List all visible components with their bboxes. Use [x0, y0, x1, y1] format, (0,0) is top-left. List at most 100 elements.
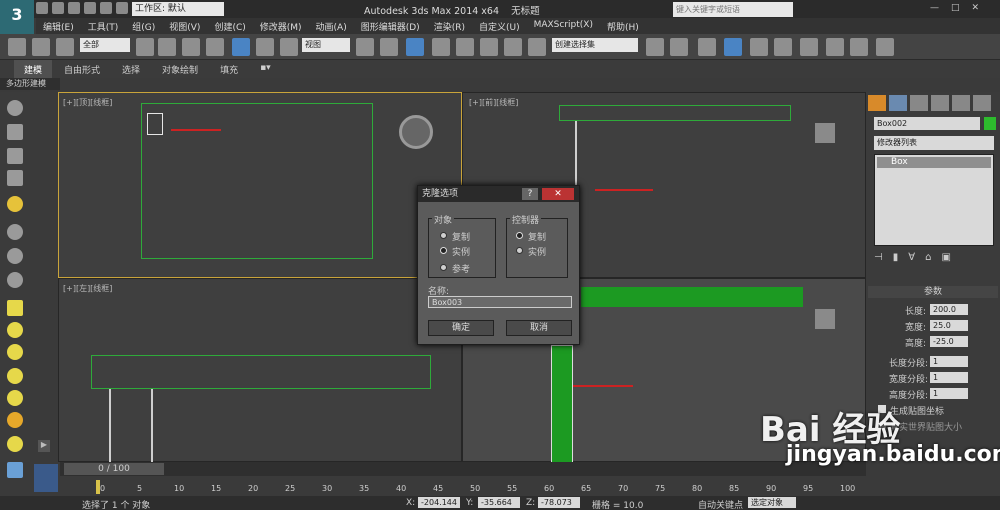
menu-help[interactable]: 帮助(H)	[600, 18, 646, 34]
expand-arrow-icon[interactable]: ▶	[38, 440, 50, 452]
camera-icon[interactable]	[7, 248, 23, 264]
box-shaded-leg[interactable]	[551, 345, 573, 463]
viewport-layout-icon[interactable]	[34, 464, 58, 492]
bind-space-warp-icon[interactable]	[56, 38, 74, 56]
length-segs-input[interactable]: 1	[930, 356, 968, 367]
help-button[interactable]: ?	[522, 188, 538, 200]
rotate-icon[interactable]	[256, 38, 274, 56]
width-input[interactable]: 25.0	[930, 320, 968, 331]
tab-selection[interactable]: 选择	[112, 60, 150, 78]
new-file-icon[interactable]	[36, 2, 48, 14]
object-copy-radio[interactable]	[440, 232, 447, 239]
tab-populate[interactable]: 填充	[210, 60, 248, 78]
box-primitive-icon[interactable]	[7, 300, 23, 316]
open-file-icon[interactable]	[52, 2, 64, 14]
modifier-list-dropdown[interactable]: 修改器列表	[874, 136, 994, 150]
clone-name-input[interactable]: Box003	[428, 296, 572, 308]
time-slider[interactable]: 0 / 100	[60, 462, 866, 476]
time-slider-thumb[interactable]: 0 / 100	[64, 463, 164, 475]
z-coord-field[interactable]: -78.073	[538, 497, 580, 508]
cancel-button[interactable]: 取消	[506, 320, 572, 336]
box-wireframe-top[interactable]	[141, 103, 373, 259]
menu-graph-editors[interactable]: 图形编辑器(D)	[354, 18, 427, 34]
menu-rendering[interactable]: 渲染(R)	[427, 18, 472, 34]
motion-tab-icon[interactable]	[931, 95, 949, 111]
object-color-swatch[interactable]	[984, 117, 996, 130]
viewcube-top[interactable]	[399, 115, 433, 149]
menu-edit[interactable]: 编辑(E)	[36, 18, 81, 34]
remove-modifier-icon[interactable]: ⌂	[925, 252, 931, 263]
x-coord-field[interactable]: -204.144	[418, 497, 460, 508]
menu-group[interactable]: 组(G)	[125, 18, 162, 34]
object-instance-radio[interactable]	[440, 247, 447, 254]
track-bar[interactable]: 0 5 10 15 20 25 30 35 40 45 50 55 60 65 70 75 80 85 90 95 10…	[60, 478, 866, 496]
menu-maxscript[interactable]: MAXScript(X)	[527, 18, 600, 34]
named-selection-dropdown[interactable]: 创建选择集	[552, 38, 638, 52]
link-icon[interactable]	[8, 38, 26, 56]
schematic-view-icon[interactable]	[774, 38, 792, 56]
undo-icon[interactable]	[84, 2, 96, 14]
select-object-icon[interactable]	[136, 38, 154, 56]
save-icon[interactable]	[68, 2, 80, 14]
hold-icon[interactable]	[116, 2, 128, 14]
viewport-left[interactable]: [+][左][线框]	[58, 278, 462, 463]
rendered-frame-icon[interactable]	[850, 38, 868, 56]
height-segs-input[interactable]: 1	[930, 388, 968, 399]
viewcube-persp[interactable]	[815, 309, 835, 329]
scene-explorer-icon[interactable]	[724, 38, 742, 56]
unlink-icon[interactable]	[32, 38, 50, 56]
box-wireframe-front[interactable]	[559, 105, 791, 121]
workspace-dropdown[interactable]: 工作区: 默认	[132, 2, 224, 16]
render-setup-icon[interactable]	[826, 38, 844, 56]
pin-stack-icon[interactable]: ⊣	[874, 252, 883, 263]
render-icon[interactable]	[7, 124, 23, 140]
box-shaded-top[interactable]	[581, 287, 803, 307]
layer-manager-icon[interactable]	[698, 38, 716, 56]
material-editor-icon[interactable]	[800, 38, 818, 56]
create-tab-icon[interactable]	[868, 95, 886, 111]
dialog-close-button[interactable]: ✕	[542, 188, 574, 200]
stack-item-box[interactable]: Box	[877, 157, 991, 168]
selected-box-top[interactable]	[147, 113, 163, 135]
calculator-icon[interactable]	[7, 148, 23, 164]
helper-icon[interactable]	[7, 224, 23, 240]
tab-modeling[interactable]: 建模	[14, 60, 53, 78]
select-manipulate-icon[interactable]	[380, 38, 398, 56]
controller-instance-radio[interactable]	[516, 247, 523, 254]
keyboard-shortcut-icon[interactable]	[406, 38, 424, 56]
snow-icon[interactable]	[7, 462, 23, 478]
torus-primitive-icon[interactable]	[7, 368, 23, 384]
move-icon[interactable]	[232, 38, 250, 56]
render-production-icon[interactable]	[876, 38, 894, 56]
scale-icon[interactable]	[280, 38, 298, 56]
box-wireframe-left[interactable]	[91, 355, 431, 389]
selected-dropdown[interactable]: 选定对象	[748, 497, 796, 508]
configure-sets-icon[interactable]: ▣	[941, 252, 950, 263]
menu-modifiers[interactable]: 修改器(M)	[253, 18, 309, 34]
app-logo[interactable]: 3	[0, 0, 34, 34]
cone-primitive-icon[interactable]	[7, 390, 23, 406]
selection-filter-dropdown[interactable]: 全部	[80, 38, 130, 52]
ok-button[interactable]: 确定	[428, 320, 494, 336]
rect-selection-icon[interactable]	[182, 38, 200, 56]
height-input[interactable]: -25.0	[930, 336, 968, 347]
minimize-icon[interactable]: —	[930, 3, 939, 13]
utilities-tab-icon[interactable]	[973, 95, 991, 111]
maximize-icon[interactable]: □	[951, 3, 960, 13]
light-icon[interactable]	[7, 196, 23, 212]
y-coord-field[interactable]: -35.664	[478, 497, 520, 508]
menu-views[interactable]: 视图(V)	[162, 18, 207, 34]
edit-named-selection-icon[interactable]	[528, 38, 546, 56]
close-icon[interactable]: ✕	[972, 3, 980, 13]
sun-icon[interactable]	[7, 412, 23, 428]
object-name-field[interactable]: Box002	[874, 117, 980, 130]
display-tab-icon[interactable]	[952, 95, 970, 111]
viewport-top[interactable]: [+][顶][线框]	[58, 92, 462, 278]
viewcube-front[interactable]	[815, 123, 835, 143]
tab-object-paint[interactable]: 对象绘制	[152, 60, 208, 78]
menu-tools[interactable]: 工具(T)	[81, 18, 126, 34]
reference-coord-dropdown[interactable]: 视图	[302, 38, 350, 52]
curve-editor-icon[interactable]	[750, 38, 768, 56]
tab-freeform[interactable]: 自由形式	[54, 60, 110, 78]
percent-snap-icon[interactable]	[480, 38, 498, 56]
